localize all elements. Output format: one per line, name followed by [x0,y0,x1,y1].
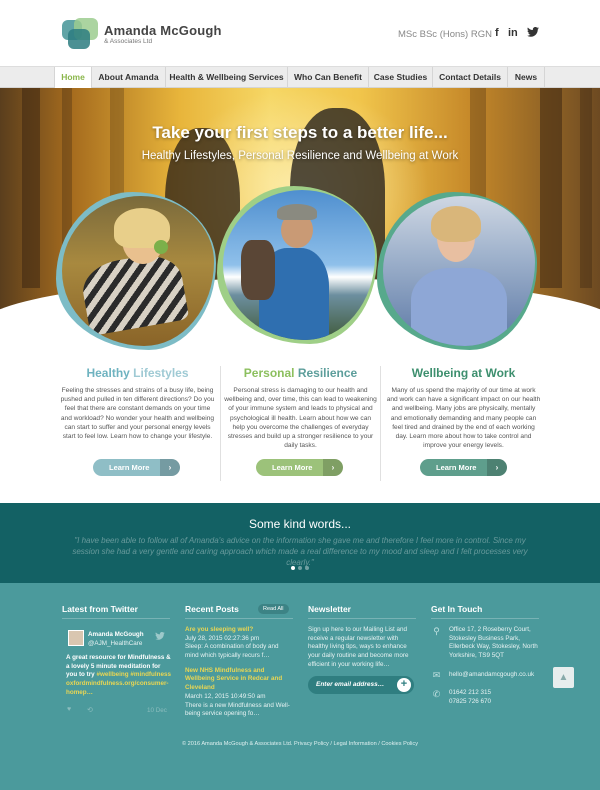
hero-subtitle: Healthy Lifestyles, Personal Resilience … [141,150,459,162]
copyright: © 2016 Amanda McGough & Associates Ltd. … [181,741,419,747]
envelope-icon: ✉ [432,670,441,680]
learn-more-personal-resilience-button[interactable]: Learn More › [256,459,343,476]
carousel-dots [0,566,600,570]
facebook-icon[interactable]: f [495,27,499,39]
tweet-link[interactable]: oxfordmindfulness.org/consumer-homep… [66,680,172,697]
contact-address: Office 17, 2 Roseberry Court, Stokesley … [449,626,538,660]
twitter-icon[interactable] [527,26,539,40]
newsletter-text: Sign up here to our Mailing List and rec… [308,626,409,668]
footer-heading-recent-posts: Recent Posts [185,604,239,614]
post-title[interactable]: New NHS Mindfulness and Wellbeing Servic… [185,667,293,693]
twitter-bird-icon [155,631,165,642]
column-title-first: Wellbeing [411,366,469,380]
column-title-second: at Work [468,366,516,380]
carousel-dot[interactable] [291,566,295,570]
learn-more-healthy-lifestyles-button[interactable]: Learn More › [93,459,180,476]
contact-email[interactable]: hello@amandamcgough.co.uk [449,671,534,680]
site-header: Amanda McGough & Associates Ltd MSc BSc … [0,0,600,66]
chevron-right-icon: › [487,459,507,476]
post-excerpt: There is a new Mindfulness and Well-bein… [185,701,290,718]
back-to-top-button[interactable]: ▲ [553,667,574,688]
column-title-first: Healthy [86,366,130,380]
column-title-second: Lifestyles [129,366,189,380]
healthy-lifestyles-image[interactable] [56,192,218,350]
learn-more-wellbeing-at-work-button[interactable]: Learn More › [420,459,507,476]
nav-item-case-studies[interactable]: Case Studies [369,67,433,88]
contact-phone[interactable]: 01642 212 315 [449,689,491,698]
healthy-lifestyles-column: Healthy Lifestyles Feeling the stresses … [60,366,215,441]
tweet-date: 10 Dec [147,707,167,714]
tweet-user-handle[interactable]: @AJM_HealthCare [88,640,142,649]
logo-icon[interactable] [62,18,102,50]
chevron-right-icon: › [160,459,180,476]
wellbeing-at-work-column: Wellbeing at Work Many of us spend the m… [386,366,541,451]
column-divider [220,366,221,481]
carousel-dot[interactable] [305,566,309,570]
linkedin-icon[interactable]: in [508,27,518,39]
email-field[interactable]: Enter email address… + [308,676,414,694]
heart-icon[interactable]: ♥ [67,706,71,713]
nav-item-news[interactable]: News [508,67,545,88]
testimonials-title: Some kind words... [248,517,352,531]
footer-heading-newsletter: Newsletter [308,604,351,614]
recent-posts-list: Are you sleeping well? July 28, 2015 02:… [185,626,293,719]
nav-item-home[interactable]: Home [54,67,92,88]
column-divider [380,366,381,481]
hero-title: Take your first steps to a better life..… [152,123,448,142]
nav-item-health-wellbeing-services[interactable]: Health & Wellbeing Services [166,67,288,88]
post-date: March 12, 2015 10:49:50 am [185,692,266,700]
column-title-first: Personal [243,366,295,380]
nav-item-about-amanda[interactable]: About Amanda [92,67,166,88]
column-text: Feeling the stresses and strains of a bu… [60,387,215,441]
personal-resilience-image[interactable] [217,186,379,344]
testimonial-quote: "I have been able to follow all of Amand… [72,536,528,567]
nav-item-who-can-benefit[interactable]: Who Can Benefit [288,67,369,88]
carousel-dot[interactable] [298,566,302,570]
personal-resilience-column: Personal Resilience Personal stress is d… [223,366,378,451]
retweet-icon[interactable]: ⟲ [87,706,93,714]
post-title[interactable]: Are you sleeping well? [185,626,293,635]
tweet-user-name[interactable]: Amanda McGough [88,631,144,640]
brand-name[interactable]: Amanda McGough [104,23,222,38]
contact-mobile[interactable]: 07825 726 670 [449,698,491,707]
email-placeholder: Enter email address… [316,681,385,688]
testimonials-section: Some kind words... "I have been able to … [0,503,600,583]
post-date: July 28, 2015 02:27:36 pm [185,634,260,642]
column-text: Many of us spend the majority of our tim… [386,387,541,450]
column-title-second: Resilience [294,366,358,380]
subscribe-button[interactable]: + [397,678,411,692]
main-nav: Home About Amanda Health & Wellbeing Ser… [0,66,600,88]
brand-subtitle: & Associates Ltd [104,38,153,45]
column-text: Personal stress is damaging to our healt… [224,387,377,450]
location-pin-icon: ⚲ [433,626,440,636]
avatar[interactable] [68,630,84,646]
button-label: Learn More [109,463,150,472]
footer-heading-get-in-touch: Get In Touch [431,604,483,614]
chevron-right-icon: › [323,459,343,476]
read-all-button[interactable]: Read All [258,604,289,614]
post-excerpt: Sleep: A combination of body and mind wh… [185,643,279,660]
tweet-hashtags[interactable]: #wellbeing #mindfulness [96,671,171,678]
phone-icon: ✆ [432,689,441,699]
button-label: Learn More [436,463,477,472]
tweet-text: A great resource for Mindfulness & a lov… [66,654,172,697]
nav-item-contact-details[interactable]: Contact Details [433,67,508,88]
button-label: Learn More [272,463,313,472]
footer-heading-twitter: Latest from Twitter [62,604,138,614]
wellbeing-at-work-image[interactable] [377,192,539,350]
qualifications: MSc BSc (Hons) RGN [398,29,492,40]
